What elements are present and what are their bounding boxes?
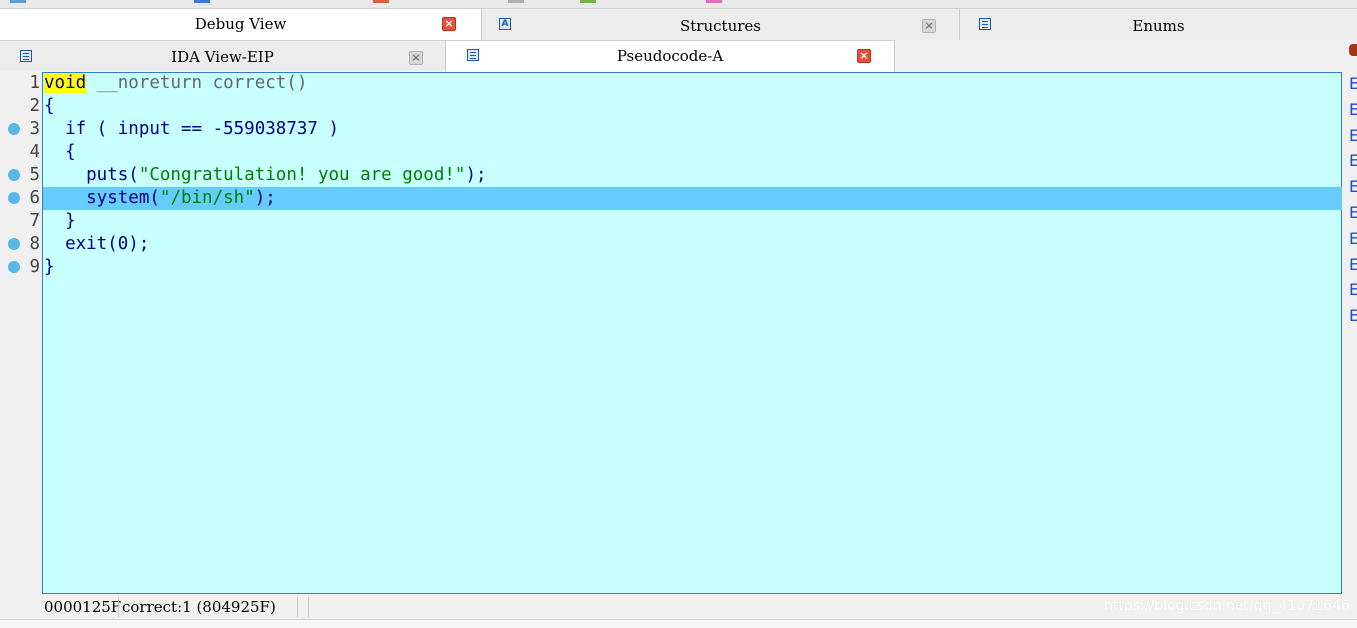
tab-label: Debug View — [194, 15, 287, 33]
line-number: 8 — [29, 234, 40, 254]
code-line[interactable]: 4 { — [0, 141, 1342, 164]
breakpoint-dot-icon[interactable] — [8, 192, 20, 204]
right-panel-item[interactable]: E — [1349, 74, 1357, 93]
tab-label: Enums — [1132, 17, 1185, 35]
line-number: 4 — [29, 142, 40, 162]
right-panel-item[interactable]: E — [1349, 177, 1357, 196]
status-separator — [297, 597, 298, 617]
code-line[interactable]: 8 exit(0); — [0, 233, 1342, 256]
code-text: exit(0); — [43, 233, 1342, 256]
code-token: ); — [254, 188, 276, 208]
status-separator — [308, 597, 309, 617]
tab-pseudocode-a[interactable]: Pseudocode-A × — [446, 40, 895, 72]
code-token: "/bin/sh" — [159, 188, 255, 208]
line-number: 1 — [29, 73, 40, 93]
code-text: { — [43, 95, 1342, 118]
code-token: } — [44, 211, 76, 231]
toolbar-marker — [373, 0, 389, 3]
code-token: { — [44, 142, 76, 162]
code-line[interactable]: 3 if ( input == -559038737 ) — [0, 118, 1342, 141]
right-panel-item[interactable]: E — [1349, 151, 1357, 170]
tab-label: IDA View-EIP — [171, 48, 274, 66]
code-token: if ( input == -559038737 ) — [44, 119, 340, 139]
code-token: void — [44, 73, 87, 93]
code-token: "Congratulation! you are good!" — [138, 165, 466, 185]
code-line[interactable]: 2{ — [0, 95, 1342, 118]
status-location: correct:1 (804925F) — [122, 598, 276, 616]
status-address: 0000125F — [44, 598, 122, 616]
toolbar-marker — [508, 0, 524, 3]
code-token: exit(0); — [44, 234, 150, 254]
breakpoint-dot-icon[interactable] — [8, 123, 20, 135]
watermark: https://blog.csdn.net/qq_41071646 — [1104, 598, 1350, 614]
close-icon[interactable]: × — [922, 19, 936, 33]
code-text: } — [43, 256, 1342, 279]
code-text: puts("Congratulation! you are good!"); — [43, 164, 1342, 187]
close-icon[interactable]: × — [442, 17, 456, 31]
code-token: { — [44, 96, 55, 116]
breakpoint-dot-icon[interactable] — [8, 169, 20, 181]
tab-label: Pseudocode-A — [616, 47, 724, 65]
toolbar-marker — [580, 0, 596, 3]
line-number: 3 — [29, 119, 40, 139]
code-text: } — [43, 210, 1342, 233]
toolbar-marker — [194, 0, 210, 3]
right-panel-item[interactable]: E — [1349, 306, 1357, 325]
code-line[interactable]: 7 } — [0, 210, 1342, 233]
tab-debug-view[interactable]: Debug View × — [0, 8, 482, 40]
line-number: 9 — [29, 257, 40, 277]
right-panel-item[interactable]: E — [1349, 280, 1357, 299]
code-token: system( — [44, 188, 160, 208]
code-token: puts( — [44, 165, 139, 185]
right-panel-item[interactable]: E — [1349, 229, 1357, 248]
code-token: __noreturn correct() — [86, 73, 308, 93]
debugger-icon[interactable] — [1349, 44, 1357, 56]
tab-structures[interactable]: A Structures × — [482, 8, 960, 40]
breakpoint-dot-icon[interactable] — [8, 261, 20, 273]
top-toolbar-strip — [0, 0, 1357, 8]
status-separator — [118, 597, 119, 617]
code-token: ); — [465, 165, 487, 185]
right-panel-item[interactable]: E — [1349, 203, 1357, 222]
toolbar-marker — [706, 0, 722, 3]
code-line[interactable]: 9} — [0, 256, 1342, 279]
code-token: } — [44, 257, 55, 277]
right-panel-item[interactable]: E — [1349, 255, 1357, 274]
right-panel-item[interactable]: E — [1349, 126, 1357, 145]
code-line[interactable]: 5 puts("Congratulation! you are good!"); — [0, 164, 1342, 187]
line-number: 2 — [29, 96, 40, 116]
tab-ida-view-eip[interactable]: IDA View-EIP × — [0, 40, 446, 71]
code-line[interactable]: 1 void __noreturn correct() — [0, 72, 1342, 95]
close-icon[interactable]: × — [857, 49, 871, 63]
right-panel-item[interactable]: E — [1349, 100, 1357, 119]
code-text: if ( input == -559038737 ) — [43, 118, 1342, 141]
line-number: 5 — [29, 165, 40, 185]
code-text: { — [43, 141, 1342, 164]
toolbar-marker — [10, 0, 26, 3]
breakpoint-dot-icon[interactable] — [8, 238, 20, 250]
line-number: 7 — [29, 211, 40, 231]
tab-label: Structures — [680, 17, 761, 35]
code-text: system("/bin/sh"); — [43, 187, 1342, 210]
line-number: 6 — [29, 188, 40, 208]
tab-enums[interactable]: Enums — [960, 8, 1357, 40]
code-line[interactable]: 6 system("/bin/sh"); — [0, 187, 1342, 210]
close-icon[interactable]: × — [409, 51, 423, 65]
code-text: void __noreturn correct() — [43, 72, 1342, 95]
